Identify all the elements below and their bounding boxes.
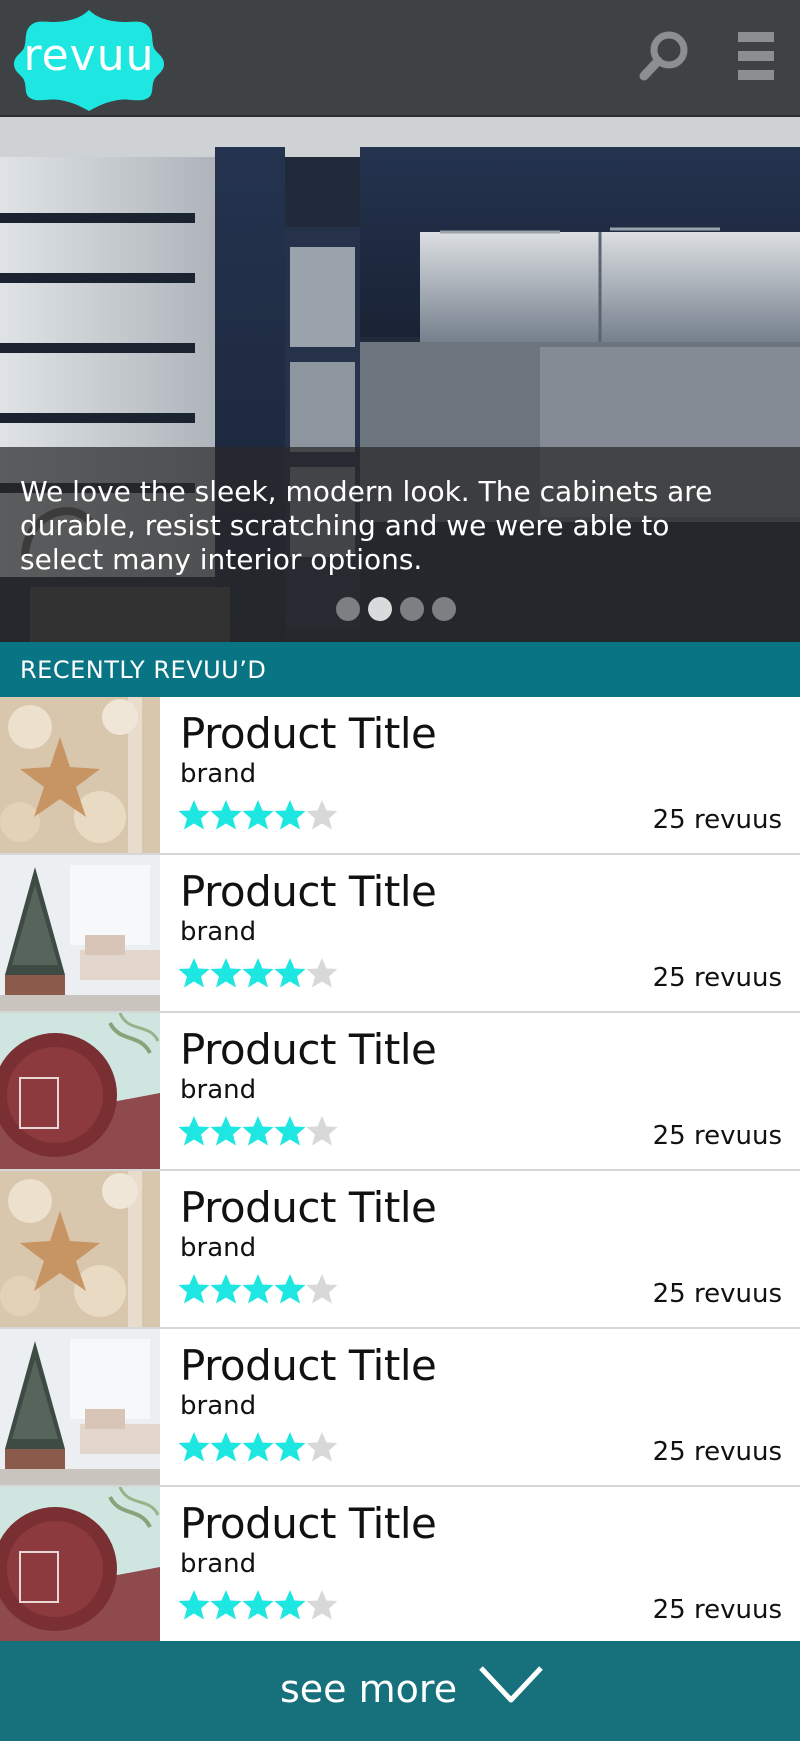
section-header: RECENTLY REVUU’D	[0, 642, 800, 697]
star-empty-icon	[306, 1431, 338, 1463]
section-title: RECENTLY REVUU’D	[20, 656, 267, 684]
star-filled-icon	[242, 1273, 274, 1305]
star-filled-icon	[178, 1589, 210, 1621]
carousel-dot-3[interactable]	[400, 597, 424, 621]
star-filled-icon	[178, 1115, 210, 1147]
product-brand: brand	[180, 917, 257, 947]
menu-bar	[738, 51, 774, 61]
see-more-label: see more	[280, 1667, 458, 1711]
product-list-item[interactable]: Product Title brand 25 revuus	[0, 697, 800, 855]
product-brand: brand	[180, 1233, 257, 1263]
revuu-logo[interactable]: revuu	[14, 8, 164, 111]
star-empty-icon	[306, 1589, 338, 1621]
product-thumbnail	[0, 1329, 160, 1485]
star-filled-icon	[178, 799, 210, 831]
star-filled-icon	[178, 957, 210, 989]
search-icon	[639, 31, 688, 81]
product-title: Product Title	[180, 867, 437, 916]
review-count: 25 revuus	[652, 1437, 782, 1467]
product-thumbnail	[0, 855, 160, 1011]
product-list-item[interactable]: Product Title brand 25 revuus	[0, 1329, 800, 1487]
star-filled-icon	[210, 1115, 242, 1147]
star-filled-icon	[242, 799, 274, 831]
star-empty-icon	[306, 1273, 338, 1305]
star-filled-icon	[274, 1273, 306, 1305]
star-filled-icon	[210, 1589, 242, 1621]
search-button[interactable]	[638, 28, 694, 84]
carousel-dot-4[interactable]	[432, 597, 456, 621]
review-count: 25 revuus	[652, 963, 782, 993]
star-filled-icon	[274, 1115, 306, 1147]
menu-bar	[738, 70, 774, 80]
product-thumbnail	[0, 697, 160, 853]
star-filled-icon	[178, 1431, 210, 1463]
carousel-dot-1[interactable]	[336, 597, 360, 621]
review-count: 25 revuus	[652, 1595, 782, 1625]
star-filled-icon	[242, 1115, 274, 1147]
star-filled-icon	[242, 1589, 274, 1621]
hero-caption: We love the sleek, modern look. The cabi…	[20, 475, 713, 576]
product-brand: brand	[180, 1391, 257, 1421]
star-filled-icon	[274, 1589, 306, 1621]
star-filled-icon	[210, 1431, 242, 1463]
product-title: Product Title	[180, 1025, 437, 1074]
star-filled-icon	[210, 957, 242, 989]
product-title: Product Title	[180, 1341, 437, 1390]
star-filled-icon	[242, 1431, 274, 1463]
star-empty-icon	[306, 1115, 338, 1147]
carousel-dot-2[interactable]	[368, 597, 392, 621]
star-empty-icon	[306, 957, 338, 989]
menu-bar	[738, 32, 774, 42]
review-count: 25 revuus	[652, 805, 782, 835]
chevron-down-icon	[479, 1666, 543, 1703]
product-list-item[interactable]: Product Title brand 25 revuus	[0, 1487, 800, 1645]
star-filled-icon	[274, 957, 306, 989]
product-thumbnail	[0, 1013, 160, 1169]
hero-carousel[interactable]: We love the sleek, modern look. The cabi…	[0, 117, 800, 642]
star-empty-icon	[306, 799, 338, 831]
logo-text: revuu	[23, 30, 155, 81]
product-brand: brand	[180, 759, 257, 789]
product-list-item[interactable]: Product Title brand 25 revuus	[0, 1013, 800, 1171]
app-header: revuu	[0, 0, 800, 117]
star-filled-icon	[210, 1273, 242, 1305]
star-filled-icon	[210, 799, 242, 831]
product-thumbnail	[0, 1171, 160, 1327]
product-brand: brand	[180, 1075, 257, 1105]
product-title: Product Title	[180, 709, 437, 758]
product-brand: brand	[180, 1549, 257, 1579]
menu-button[interactable]	[738, 30, 778, 86]
product-list-item[interactable]: Product Title brand 25 revuus	[0, 1171, 800, 1329]
review-count: 25 revuus	[652, 1279, 782, 1309]
product-thumbnail	[0, 1487, 160, 1643]
star-filled-icon	[242, 957, 274, 989]
product-title: Product Title	[180, 1183, 437, 1232]
see-more-button[interactable]: see more	[0, 1641, 800, 1741]
star-filled-icon	[274, 1431, 306, 1463]
product-title: Product Title	[180, 1499, 437, 1548]
star-filled-icon	[274, 799, 306, 831]
star-filled-icon	[178, 1273, 210, 1305]
review-count: 25 revuus	[652, 1121, 782, 1151]
product-list-item[interactable]: Product Title brand 25 revuus	[0, 855, 800, 1013]
